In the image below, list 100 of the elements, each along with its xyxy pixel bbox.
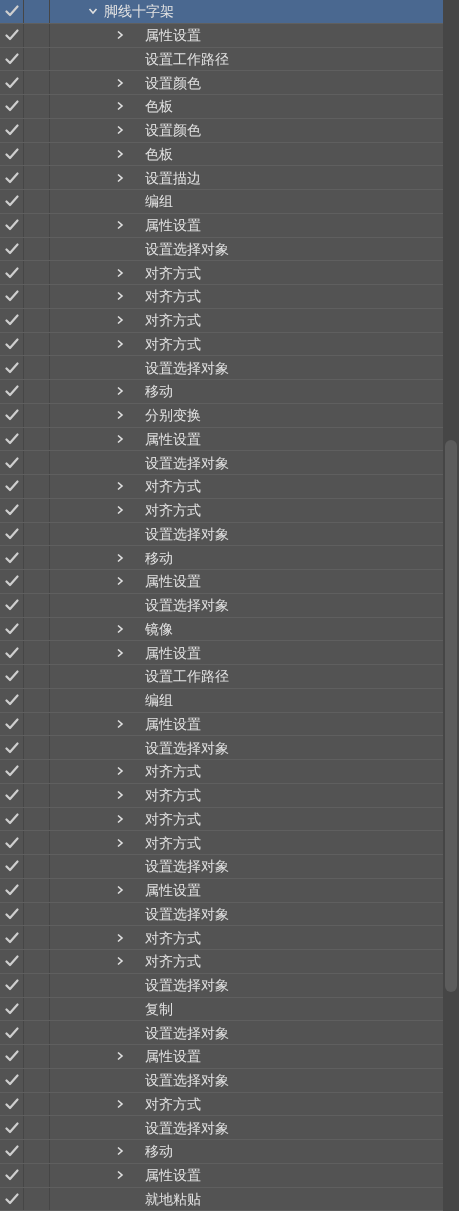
step-row[interactable]: 对齐方式 bbox=[0, 332, 443, 357]
chevron-right-icon[interactable] bbox=[115, 481, 125, 492]
checkmark-icon[interactable] bbox=[4, 979, 19, 992]
step-row[interactable]: 设置选择对象 bbox=[0, 237, 443, 262]
checkmark-icon[interactable] bbox=[4, 52, 19, 65]
step-row[interactable]: 对齐方式 bbox=[0, 807, 443, 832]
checkmark-icon[interactable] bbox=[4, 717, 19, 730]
step-row[interactable]: 编组 bbox=[0, 190, 443, 214]
step-row[interactable]: 设置选择对象 bbox=[0, 356, 443, 380]
step-row[interactable]: 属性设置 bbox=[0, 641, 443, 665]
chevron-right-icon[interactable] bbox=[115, 220, 125, 231]
checkmark-icon[interactable] bbox=[4, 884, 19, 897]
step-row[interactable]: 移动 bbox=[0, 1140, 443, 1164]
chevron-right-icon[interactable] bbox=[115, 576, 125, 587]
chevron-right-icon[interactable] bbox=[115, 623, 125, 634]
checkmark-icon[interactable] bbox=[4, 1145, 19, 1158]
step-row[interactable]: 设置选择对象 bbox=[0, 973, 443, 998]
action-row[interactable]: 脚线十字架 bbox=[0, 0, 443, 24]
checkmark-icon[interactable] bbox=[4, 409, 19, 422]
checkmark-icon[interactable] bbox=[4, 124, 19, 137]
checkmark-icon[interactable] bbox=[4, 1002, 19, 1015]
step-row[interactable]: 色板 bbox=[0, 95, 443, 119]
checkmark-icon[interactable] bbox=[4, 76, 19, 89]
checkmark-icon[interactable] bbox=[4, 242, 19, 255]
checkmark-icon[interactable] bbox=[4, 147, 19, 160]
step-row[interactable]: 设置选择对象 bbox=[0, 451, 443, 475]
checkmark-icon[interactable] bbox=[4, 195, 19, 208]
step-row[interactable]: 设置颜色 bbox=[0, 118, 443, 143]
chevron-right-icon[interactable] bbox=[115, 505, 125, 516]
step-row[interactable]: 对齐方式 bbox=[0, 950, 443, 974]
step-row[interactable]: 对齐方式 bbox=[0, 285, 443, 309]
chevron-right-icon[interactable] bbox=[115, 267, 125, 278]
step-row[interactable]: 属性设置 bbox=[0, 712, 443, 737]
checkmark-icon[interactable] bbox=[4, 860, 19, 873]
checkmark-icon[interactable] bbox=[4, 551, 19, 564]
chevron-right-icon[interactable] bbox=[115, 315, 125, 326]
chevron-right-icon[interactable] bbox=[115, 172, 125, 183]
step-row[interactable]: 设置选择对象 bbox=[0, 522, 443, 547]
step-row[interactable]: 设置选择对象 bbox=[0, 1116, 443, 1140]
checkmark-icon[interactable] bbox=[4, 836, 19, 849]
chevron-right-icon[interactable] bbox=[115, 718, 125, 729]
chevron-right-icon[interactable] bbox=[115, 1146, 125, 1157]
chevron-right-icon[interactable] bbox=[115, 885, 125, 896]
step-row[interactable]: 复制 bbox=[0, 997, 443, 1022]
step-row[interactable]: 设置选择对象 bbox=[0, 593, 443, 618]
checkmark-icon[interactable] bbox=[4, 670, 19, 683]
step-row[interactable]: 属性设置 bbox=[0, 570, 443, 594]
step-row[interactable]: 设置颜色 bbox=[0, 71, 443, 95]
chevron-right-icon[interactable] bbox=[115, 956, 125, 967]
step-row[interactable]: 设置选择对象 bbox=[0, 736, 443, 760]
step-row[interactable]: 属性设置 bbox=[0, 878, 443, 903]
checkmark-icon[interactable] bbox=[4, 907, 19, 920]
checkmark-icon[interactable] bbox=[4, 646, 19, 659]
checkmark-icon[interactable] bbox=[4, 504, 19, 517]
checkmark-icon[interactable] bbox=[4, 5, 19, 18]
checkmark-icon[interactable] bbox=[4, 337, 19, 350]
step-row[interactable]: 对齐方式 bbox=[0, 475, 443, 499]
checkmark-icon[interactable] bbox=[4, 765, 19, 778]
checkmark-icon[interactable] bbox=[4, 171, 19, 184]
step-row[interactable]: 色板 bbox=[0, 142, 443, 167]
checkmark-icon[interactable] bbox=[4, 599, 19, 612]
chevron-right-icon[interactable] bbox=[115, 932, 125, 943]
chevron-right-icon[interactable] bbox=[115, 433, 125, 444]
step-row[interactable]: 对齐方式 bbox=[0, 498, 443, 523]
chevron-right-icon[interactable] bbox=[115, 410, 125, 421]
checkmark-icon[interactable] bbox=[4, 694, 19, 707]
chevron-right-icon[interactable] bbox=[115, 30, 125, 41]
chevron-right-icon[interactable] bbox=[115, 1051, 125, 1062]
step-row[interactable]: 设置选择对象 bbox=[0, 1021, 443, 1045]
step-row[interactable]: 属性设置 bbox=[0, 213, 443, 238]
step-row[interactable]: 移动 bbox=[0, 380, 443, 404]
checkmark-icon[interactable] bbox=[4, 527, 19, 540]
chevron-right-icon[interactable] bbox=[115, 813, 125, 824]
checkmark-icon[interactable] bbox=[4, 1097, 19, 1110]
step-row[interactable]: 属性设置 bbox=[0, 1163, 443, 1188]
checkmark-icon[interactable] bbox=[4, 456, 19, 469]
step-row[interactable]: 对齐方式 bbox=[0, 831, 443, 855]
step-row[interactable]: 对齐方式 bbox=[0, 926, 443, 950]
chevron-right-icon[interactable] bbox=[115, 647, 125, 658]
checkmark-icon[interactable] bbox=[4, 931, 19, 944]
step-row[interactable]: 就地粘贴 bbox=[0, 1187, 443, 1211]
step-row[interactable]: 属性设置 bbox=[0, 427, 443, 452]
chevron-right-icon[interactable] bbox=[115, 125, 125, 136]
checkmark-icon[interactable] bbox=[4, 622, 19, 635]
step-row[interactable]: 编组 bbox=[0, 688, 443, 713]
chevron-right-icon[interactable] bbox=[115, 386, 125, 397]
chevron-right-icon[interactable] bbox=[115, 291, 125, 302]
step-row[interactable]: 设置选择对象 bbox=[0, 855, 443, 879]
step-row[interactable]: 属性设置 bbox=[0, 1045, 443, 1069]
chevron-right-icon[interactable] bbox=[115, 766, 125, 777]
checkmark-icon[interactable] bbox=[4, 1121, 19, 1134]
checkmark-icon[interactable] bbox=[4, 1169, 19, 1182]
checkmark-icon[interactable] bbox=[4, 955, 19, 968]
chevron-right-icon[interactable] bbox=[115, 837, 125, 848]
chevron-right-icon[interactable] bbox=[115, 101, 125, 112]
step-row[interactable]: 设置选择对象 bbox=[0, 1068, 443, 1093]
checkmark-icon[interactable] bbox=[4, 1026, 19, 1039]
chevron-right-icon[interactable] bbox=[115, 77, 125, 88]
step-row[interactable]: 对齐方式 bbox=[0, 308, 443, 333]
chevron-down-icon[interactable] bbox=[88, 6, 98, 17]
